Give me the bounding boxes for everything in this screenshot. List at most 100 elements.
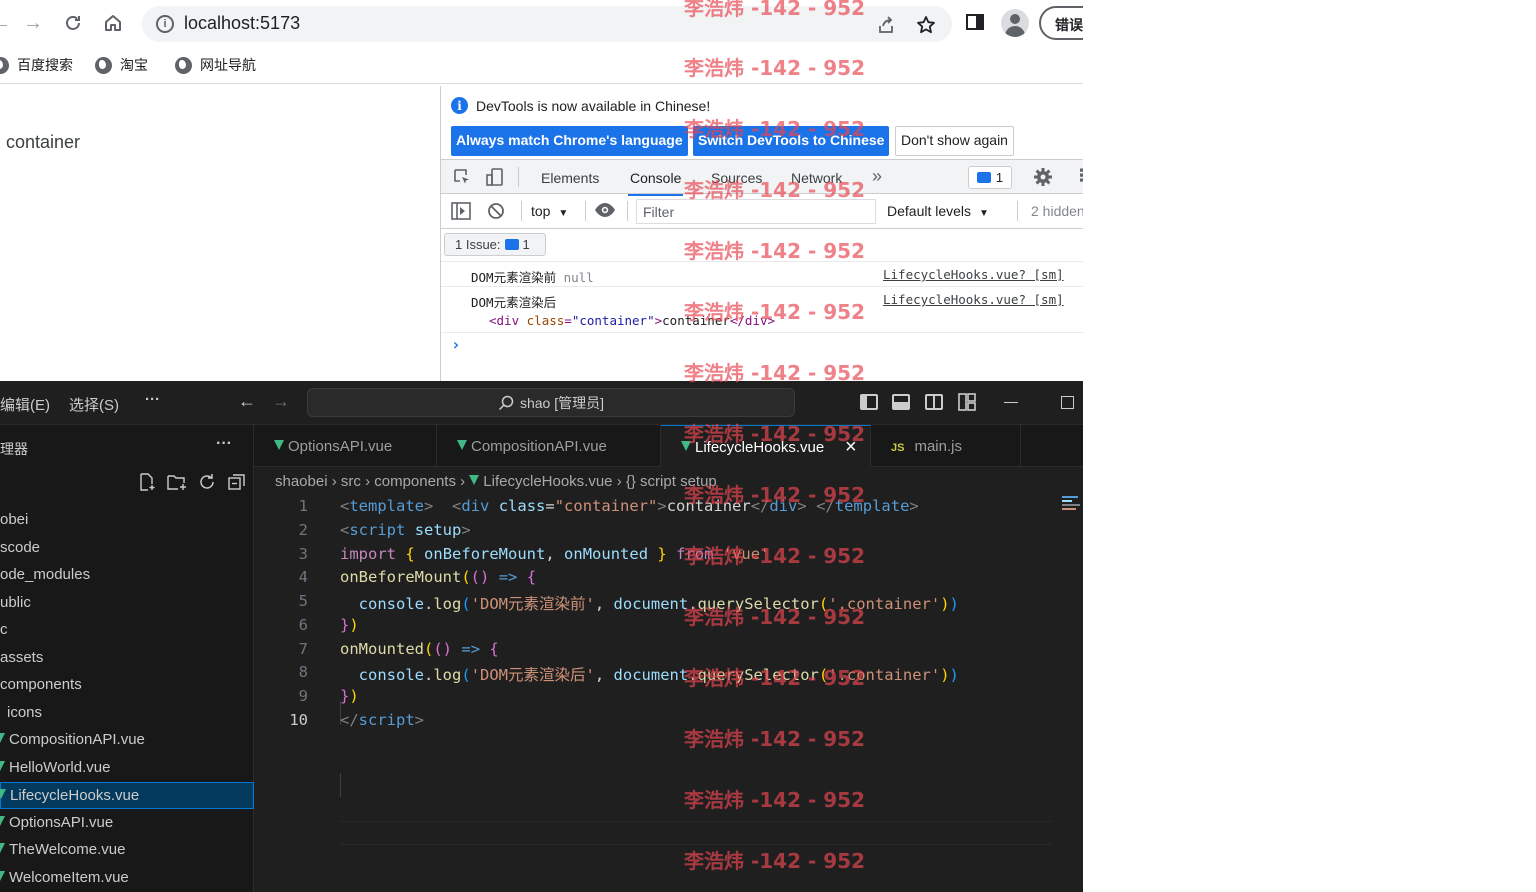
toggle-secondary-sidebar-icon[interactable]: [925, 394, 943, 410]
tree-item[interactable]: ublic: [0, 590, 254, 617]
tree-item[interactable]: TheWelcome.vue: [0, 837, 254, 864]
bookmark-star-icon[interactable]: [916, 15, 936, 35]
tree-item[interactable]: ode_modules: [0, 562, 254, 589]
issues-chip[interactable]: 1 Issue: 1: [444, 233, 546, 256]
command-center-search[interactable]: shao [管理员]: [307, 388, 795, 417]
nav-back-icon[interactable]: ←: [238, 391, 256, 412]
switch-chinese-button[interactable]: Switch DevTools to Chinese: [693, 126, 890, 156]
breadcrumb-item[interactable]: shaobei: [275, 473, 328, 490]
menu-edit[interactable]: 编辑(E): [0, 394, 50, 415]
new-folder-icon[interactable]: [167, 473, 187, 496]
back-icon[interactable]: ←: [0, 10, 14, 36]
indent-guide: [340, 773, 341, 797]
device-toolbar-icon[interactable]: [485, 167, 505, 192]
nav-forward-icon[interactable]: →: [272, 391, 290, 412]
menu-more-icon[interactable]: ···: [145, 391, 160, 408]
logged-element[interactable]: <div class="container">container</div>: [489, 313, 775, 328]
tree-item[interactable]: OptionsAPI.vue: [0, 810, 254, 837]
tab-console[interactable]: Console: [627, 170, 684, 196]
error-button[interactable]: 错误: [1039, 6, 1083, 40]
profile-avatar[interactable]: [1001, 9, 1029, 37]
tab-network[interactable]: Network: [791, 170, 842, 186]
minimize-icon[interactable]: [1004, 402, 1018, 403]
share-icon[interactable]: [876, 15, 896, 35]
toggle-panel-icon[interactable]: [892, 394, 910, 410]
side-panel-icon[interactable]: [964, 11, 986, 33]
log-text: DOM元素渲染后: [471, 295, 557, 310]
bookmark-nav[interactable]: 网址导航: [175, 55, 256, 75]
address-bar[interactable]: i localhost:5173: [142, 6, 952, 42]
home-icon[interactable]: [100, 10, 126, 36]
collapse-all-icon[interactable]: [228, 473, 246, 496]
log-levels-select[interactable]: Default levels ▼: [887, 203, 989, 219]
messages-badge[interactable]: 1: [968, 166, 1012, 189]
code-line: 5 console.log('DOM元素渲染前', document.query…: [298, 592, 959, 613]
reload-icon[interactable]: [60, 10, 86, 36]
tree-item[interactable]: obei: [0, 507, 254, 534]
tab-composition-api[interactable]: CompositionAPI.vue: [437, 425, 661, 467]
code-line: 9}): [298, 687, 359, 705]
customize-layout-icon[interactable]: [958, 393, 976, 416]
search-icon: [498, 395, 514, 410]
divider: [518, 167, 519, 187]
clear-console-icon[interactable]: [487, 202, 505, 225]
divider: [521, 201, 522, 221]
dropdown-arrow-icon: ▼: [978, 208, 989, 219]
tree-item[interactable]: CompositionAPI.vue: [0, 727, 254, 754]
context-select[interactable]: top ▼: [531, 203, 568, 219]
tab-main-js[interactable]: JS main.js: [871, 425, 1021, 467]
devtools-panel: i DevTools is now available in Chinese! …: [440, 86, 1083, 381]
tree-item[interactable]: assets: [0, 645, 254, 672]
always-match-button[interactable]: Always match Chrome's language: [451, 126, 688, 156]
forward-icon[interactable]: →: [20, 10, 46, 36]
bookmark-baidu[interactable]: 百度搜索: [0, 55, 73, 75]
globe-icon: [175, 56, 192, 74]
code-line: 2 <script setup>: [298, 521, 471, 539]
divider: [1017, 201, 1018, 221]
log-source-link[interactable]: LifecycleHooks.vue? [sm]: [883, 292, 1064, 307]
filter-input[interactable]: [636, 199, 876, 224]
tree-item[interactable]: components: [0, 672, 254, 699]
hidden-count[interactable]: 2 hidden: [1031, 203, 1083, 219]
sidebar-toggle-icon[interactable]: [451, 202, 471, 225]
live-expression-eye-icon[interactable]: [594, 202, 616, 223]
bookmark-taobao[interactable]: 淘宝: [95, 55, 148, 75]
bookmark-label: 淘宝: [120, 57, 148, 73]
tab-sources[interactable]: Sources: [711, 170, 762, 186]
breadcrumb-item[interactable]: LifecycleHooks.vue: [483, 473, 612, 490]
tree-item[interactable]: c: [0, 617, 254, 644]
tab-close-icon[interactable]: ×: [845, 436, 857, 459]
tab-elements[interactable]: Elements: [541, 170, 599, 186]
tree-item[interactable]: WelcomeItem.vue: [0, 865, 254, 892]
more-tabs-icon[interactable]: »: [872, 166, 882, 187]
new-file-icon[interactable]: [138, 473, 156, 496]
tree-item[interactable]: scode: [0, 535, 254, 562]
tree-item[interactable]: LifecycleHooks.vue: [0, 782, 254, 809]
url-text: localhost:5173: [184, 13, 301, 33]
breadcrumb-item[interactable]: {} script setup: [626, 473, 717, 490]
inspect-icon[interactable]: [453, 168, 471, 191]
tab-lifecycle-hooks[interactable]: LifecycleHooks.vue ×: [661, 425, 871, 467]
tree-item[interactable]: icons: [0, 700, 254, 727]
breadcrumb-item[interactable]: src: [341, 473, 361, 490]
site-info-icon[interactable]: i: [156, 15, 174, 33]
vue-file-icon: [469, 475, 480, 485]
toggle-primary-sidebar-icon[interactable]: [860, 394, 878, 410]
tree-item[interactable]: HelloWorld.vue: [0, 755, 254, 782]
menu-selection[interactable]: 选择(S): [69, 394, 119, 415]
settings-gear-icon[interactable]: [1033, 167, 1053, 192]
chevron-right-icon: ›: [365, 473, 375, 490]
log-source-link[interactable]: LifecycleHooks.vue? [sm]: [883, 267, 1064, 282]
kebab-menu-icon[interactable]: ⋮: [1073, 166, 1083, 186]
code-line: 3 import { onBeforeMount, onMounted } fro…: [298, 545, 770, 563]
console-prompt[interactable]: ›: [441, 332, 1083, 357]
maximize-icon[interactable]: [1061, 396, 1074, 409]
prompt-chevron-icon: ›: [451, 335, 461, 354]
code-editor[interactable]: 1 <template> <div class="container">conta…: [254, 493, 1083, 892]
code-line: 7 onMounted(() => {: [298, 640, 499, 658]
explorer-more-icon[interactable]: ···: [216, 435, 232, 453]
breadcrumb-item[interactable]: components: [374, 473, 456, 490]
refresh-icon[interactable]: [198, 473, 216, 496]
dont-show-button[interactable]: Don't show again: [895, 126, 1014, 156]
tab-options-api[interactable]: OptionsAPI.vue: [254, 425, 437, 467]
